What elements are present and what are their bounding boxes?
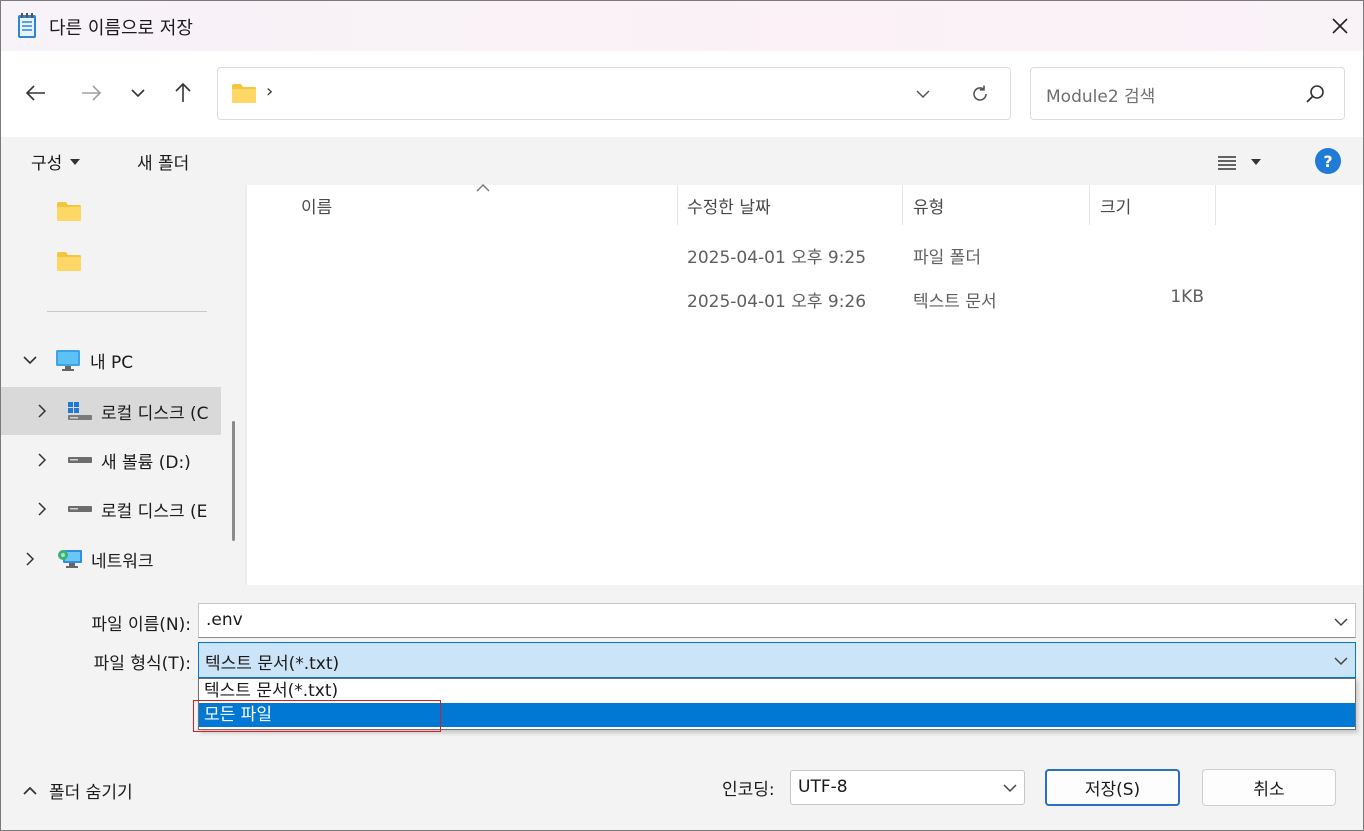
organize-label: 구성 (31, 154, 63, 174)
navigation-pane: 내 PC 로컬 디스크 (C 새 볼륨 (D:) 로컬 디스크 (E 네트워크 (1, 185, 247, 585)
caret-down-icon (1251, 159, 1261, 165)
arrow-up-icon (175, 82, 191, 102)
address-history-button[interactable] (911, 82, 935, 106)
tree-item-label: 새 볼륨 (D:) (101, 452, 191, 473)
network-icon (58, 550, 82, 568)
forward-button[interactable] (74, 76, 108, 110)
close-icon (1332, 18, 1348, 34)
folder-icon[interactable] (56, 250, 82, 272)
refresh-button[interactable] (968, 82, 992, 106)
file-modified-cell: 2025-04-01 오후 9:26 (687, 292, 867, 312)
chevron-right-icon[interactable] (23, 552, 37, 566)
monitor-icon (56, 350, 80, 371)
sort-ascending-icon (476, 184, 490, 192)
hide-folders-button[interactable]: 폴더 숨기기 (23, 778, 133, 803)
tree-item-label: 네트워크 (91, 551, 154, 572)
column-header-size[interactable]: 크기 (1100, 193, 1131, 218)
tree-item-label: 로컬 디스크 (C (101, 403, 209, 424)
command-bar: 구성 새 폴더 ? (1, 137, 1363, 185)
annotation-highlight-box (193, 700, 441, 732)
folder-icon (232, 84, 256, 103)
filename-field[interactable]: .env (198, 603, 1356, 638)
tree-item-label: 내 PC (90, 352, 134, 373)
filename-label: 파일 이름(N): (91, 615, 191, 635)
encoding-select[interactable]: UTF-8 (790, 770, 1025, 805)
encoding-label: 인코딩: (722, 780, 775, 800)
column-header-type[interactable]: 유형 (913, 193, 944, 218)
arrow-left-icon (25, 85, 45, 101)
folder-icon[interactable] (56, 200, 82, 222)
column-header-modified[interactable]: 수정한 날짜 (687, 193, 771, 218)
tree-item-this-pc[interactable]: 내 PC (1, 338, 221, 382)
file-list: 이름 수정한 날짜 유형 크기 2025-04-01 오후 9:25 파일 폴더… (247, 184, 1363, 585)
caret-down-icon (70, 158, 81, 165)
hide-folders-label: 폴더 숨기기 (49, 783, 133, 803)
chevron-right-icon[interactable] (35, 453, 49, 467)
organize-button[interactable]: 구성 (31, 149, 81, 174)
breadcrumb-separator[interactable]: › (266, 81, 273, 102)
refresh-icon (973, 85, 987, 101)
chevron-down-icon[interactable] (1333, 614, 1349, 630)
tree-item-label: 로컬 디스크 (E (101, 501, 208, 522)
column-divider[interactable] (1089, 185, 1090, 225)
column-divider[interactable] (1215, 185, 1216, 225)
new-folder-button[interactable]: 새 폴더 (137, 149, 189, 174)
save-form: 파일 이름(N): .env 파일 형식(T): 텍스트 문서(*.txt) 텍… (1, 585, 1363, 830)
chevron-right-icon[interactable] (35, 404, 49, 418)
chevron-down-icon[interactable] (23, 353, 37, 367)
file-size-cell: 1KB (1170, 287, 1204, 307)
view-options-button[interactable] (1217, 149, 1277, 175)
chevron-up-icon (23, 786, 37, 795)
close-button[interactable] (1319, 7, 1361, 45)
search-box[interactable]: Module2 검색 (1030, 67, 1345, 120)
search-input[interactable]: Module2 검색 (1046, 82, 1155, 107)
drive-icon (68, 457, 92, 463)
encoding-value[interactable]: UTF-8 (798, 777, 848, 797)
chevron-down-icon (131, 89, 145, 98)
file-type-cell: 텍스트 문서 (913, 292, 997, 312)
help-button[interactable]: ? (1315, 148, 1341, 174)
chevron-right-icon[interactable] (35, 502, 49, 516)
column-header-name[interactable]: 이름 (301, 193, 332, 218)
column-divider[interactable] (902, 185, 903, 225)
filetype-value[interactable]: 텍스트 문서(*.txt) (205, 649, 339, 674)
navigation-pane-scrollbar[interactable] (232, 421, 235, 541)
column-divider[interactable] (677, 185, 678, 225)
save-button[interactable]: 저장(S) (1045, 769, 1180, 806)
filetype-select[interactable]: 텍스트 문서(*.txt) (198, 642, 1356, 678)
navigation-bar: › Module2 검색 (1, 51, 1363, 137)
chevron-down-icon[interactable] (1002, 780, 1018, 796)
search-icon[interactable] (1304, 83, 1326, 105)
tree-item-local-disk-c[interactable]: 로컬 디스크 (C (1, 387, 221, 435)
chevron-down-icon (916, 90, 930, 99)
address-bar[interactable]: › (217, 67, 1011, 120)
window-title: 다른 이름으로 저장 (49, 18, 193, 39)
drive-icon (68, 506, 92, 512)
file-type-cell: 파일 폴더 (913, 248, 981, 268)
filename-value[interactable]: .env (206, 610, 243, 630)
cancel-button[interactable]: 취소 (1202, 769, 1336, 806)
recent-locations-button[interactable] (121, 76, 155, 110)
notepad-icon (18, 13, 36, 38)
windows-drive-icon (68, 402, 92, 420)
filetype-label: 파일 형식(T): (93, 654, 191, 674)
save-as-dialog: 다른 이름으로 저장 › Module2 검색 구성 새 폴더 ? 내 PC 로… (0, 0, 1364, 831)
tree-item-new-volume-d[interactable]: 새 볼륨 (D:) (1, 438, 221, 482)
chevron-down-icon[interactable] (1333, 653, 1349, 669)
details-view-icon (1218, 156, 1236, 170)
arrow-right-icon (82, 85, 102, 101)
tree-item-network[interactable]: 네트워크 (1, 537, 221, 581)
tree-item-local-disk-e[interactable]: 로컬 디스크 (E (1, 487, 221, 531)
title-bar: 다른 이름으로 저장 (1, 1, 1363, 51)
pane-divider (47, 311, 207, 312)
file-modified-cell: 2025-04-01 오후 9:25 (687, 248, 867, 268)
up-button[interactable] (166, 76, 200, 110)
back-button[interactable] (19, 76, 53, 110)
